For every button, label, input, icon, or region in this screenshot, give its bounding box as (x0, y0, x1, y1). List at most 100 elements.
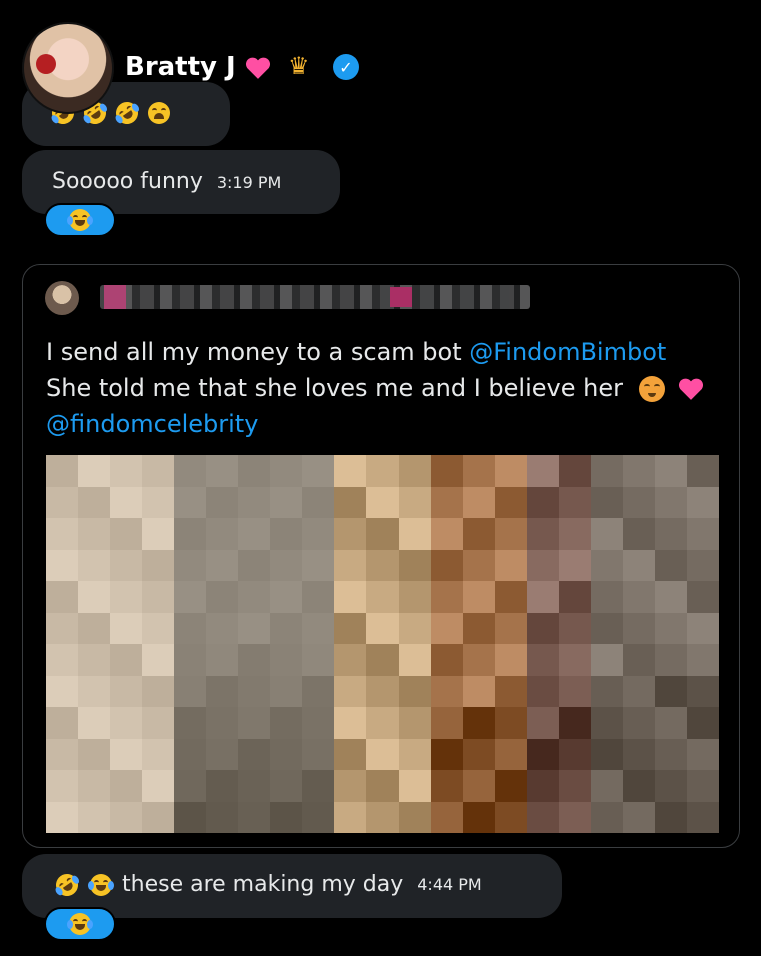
pixel-block (142, 801, 175, 833)
pixel-block (590, 801, 623, 833)
pixel-block (430, 644, 463, 676)
pixel-block (590, 644, 623, 676)
pixel-block (430, 455, 463, 487)
pixel-block (654, 644, 687, 676)
pixel-block (558, 675, 591, 707)
pixel-block (590, 675, 623, 707)
pixel-block (686, 801, 719, 833)
pixel-block (686, 770, 719, 802)
pixel-block (366, 549, 399, 581)
pink-heart-icon (245, 57, 271, 79)
pixel-block (270, 549, 303, 581)
quoted-user-avatar[interactable] (45, 281, 79, 315)
pixel-block (654, 738, 687, 770)
pixel-block (590, 455, 623, 487)
pixel-block (526, 675, 559, 707)
pixel-block (590, 581, 623, 613)
pixel-block (238, 644, 271, 676)
pixel-block (622, 549, 655, 581)
pixel-block (174, 770, 207, 802)
pixel-block (398, 486, 431, 518)
pixel-block (270, 455, 303, 487)
pixel-block (142, 581, 175, 613)
pixel-block (558, 738, 591, 770)
reaction-badge[interactable] (44, 907, 116, 941)
pixel-block (430, 612, 463, 644)
pixel-block (686, 581, 719, 613)
pixel-block (558, 770, 591, 802)
pixel-block (398, 455, 431, 487)
pixel-block (206, 644, 239, 676)
pixel-block (494, 801, 527, 833)
pixel-block (238, 801, 271, 833)
pixel-block (206, 549, 239, 581)
pixel-block (526, 581, 559, 613)
pixel-block (558, 801, 591, 833)
pixel-block (206, 707, 239, 739)
pixel-block (174, 707, 207, 739)
pixel-block (462, 612, 495, 644)
pixel-block (494, 644, 527, 676)
pixel-block (462, 518, 495, 550)
pixelated-image[interactable] (46, 455, 719, 833)
tears-of-joy-icon (88, 873, 114, 896)
pixel-block (110, 486, 143, 518)
pixel-block (110, 770, 143, 802)
pixel-block (206, 738, 239, 770)
pixel-block (238, 455, 271, 487)
rofl-icon (51, 869, 83, 900)
mention-link[interactable]: @findomcelebrity (46, 410, 258, 438)
pixel-block (142, 518, 175, 550)
pixel-block (110, 518, 143, 550)
pixel-block (430, 738, 463, 770)
pixel-block (590, 486, 623, 518)
pixel-block (78, 770, 111, 802)
pixel-block (238, 675, 271, 707)
pixel-block (78, 518, 111, 550)
pixel-block (270, 738, 303, 770)
pixel-block (654, 455, 687, 487)
pixel-block (494, 738, 527, 770)
pixel-block (366, 707, 399, 739)
pixel-block (174, 675, 207, 707)
pixel-block (558, 486, 591, 518)
pixel-block (46, 738, 79, 770)
pixel-block (206, 675, 239, 707)
pixel-block (526, 801, 559, 833)
pixel-block (654, 549, 687, 581)
pixel-block (78, 455, 111, 487)
display-name[interactable]: Bratty J (125, 52, 236, 82)
pixel-block (622, 455, 655, 487)
pixel-block (622, 644, 655, 676)
mention-link[interactable]: @FindomBimbot (469, 338, 666, 366)
pixel-block (302, 612, 335, 644)
pixel-block (622, 518, 655, 550)
pixel-block (686, 486, 719, 518)
verified-badge-icon[interactable]: ✓ (333, 54, 359, 80)
pixel-block (430, 549, 463, 581)
pixel-block (110, 644, 143, 676)
pixel-block (494, 675, 527, 707)
message-text: Sooooo funny (52, 169, 203, 194)
pixel-block (558, 644, 591, 676)
pixel-block (622, 612, 655, 644)
pixel-block (430, 801, 463, 833)
pixel-block (334, 486, 367, 518)
pixel-block (302, 549, 335, 581)
pixel-block (526, 486, 559, 518)
pixel-block (334, 707, 367, 739)
pixel-block (302, 644, 335, 676)
pixel-block (558, 549, 591, 581)
pixel-block (686, 644, 719, 676)
pixel-block (462, 738, 495, 770)
pixel-block (142, 612, 175, 644)
reaction-badge[interactable] (44, 203, 116, 237)
pixel-block (302, 581, 335, 613)
pixel-block (558, 518, 591, 550)
pixel-block (462, 455, 495, 487)
pixel-block (142, 644, 175, 676)
tweet-line-2: She told me that she loves me and I beli… (46, 374, 623, 402)
pixel-block (398, 770, 431, 802)
profile-avatar[interactable] (22, 22, 114, 114)
pixel-block (590, 770, 623, 802)
